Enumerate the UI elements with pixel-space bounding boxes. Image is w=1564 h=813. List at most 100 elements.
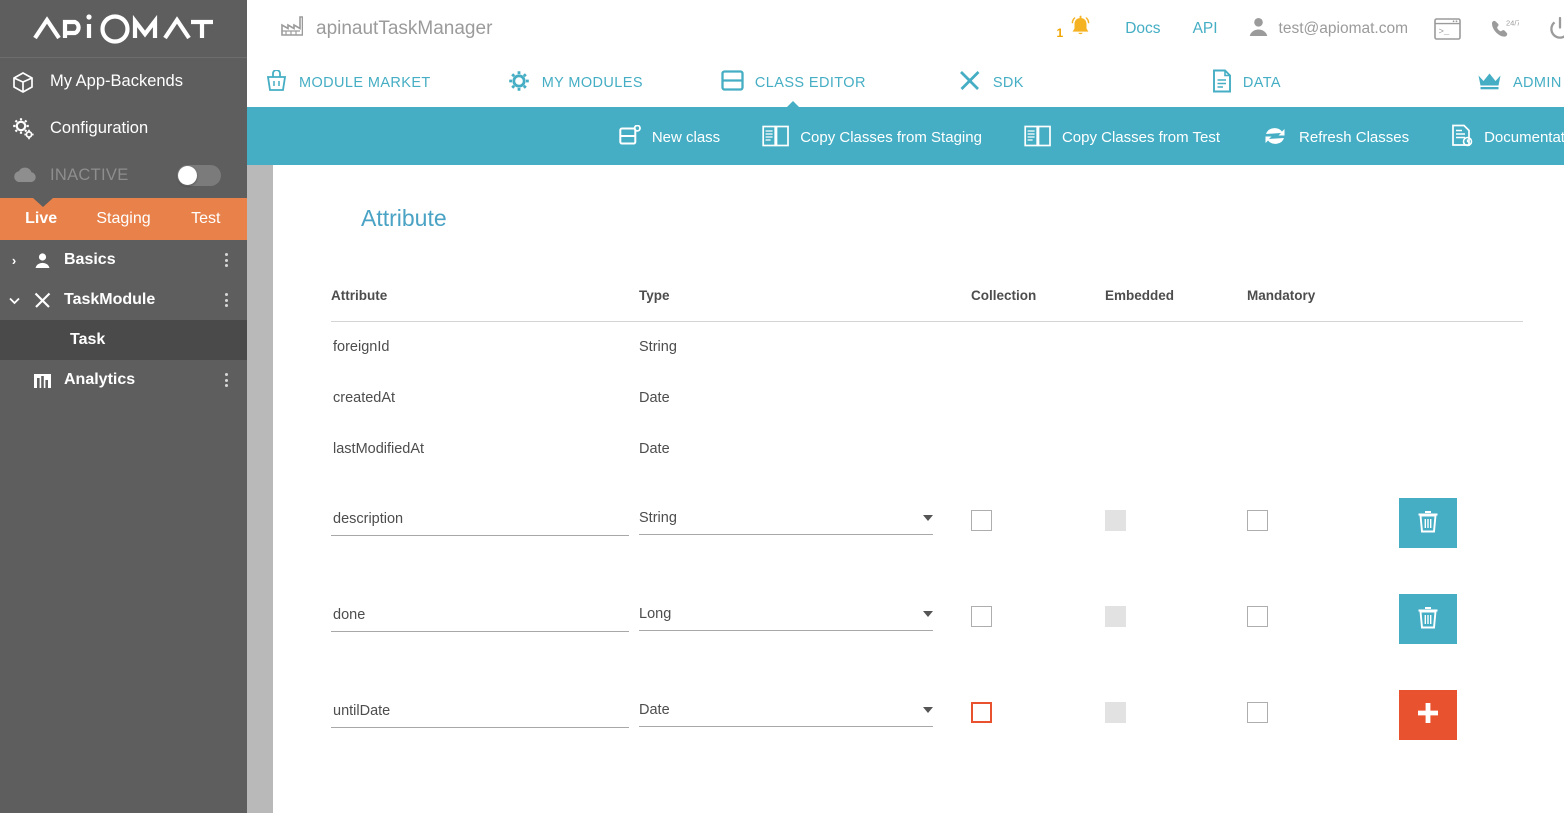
attribute-type-select[interactable]: Long [639,606,933,631]
sidebar-item-basics[interactable]: › Basics [0,240,247,280]
column-header-type: Type [639,288,971,322]
attribute-type-select[interactable]: String [639,510,933,535]
documentation-icon [1451,124,1473,151]
attribute-name-cell [331,667,639,763]
tab-module-market[interactable]: MODULE MARKET [265,57,431,109]
env-tab-test[interactable]: Test [165,210,247,228]
main-nav-tabs: MODULE MARKET MY MODULES CLASS EDITOR [247,58,1564,110]
sidebar-item-my-app-backends[interactable]: My App-Backends [0,58,247,105]
bell-icon[interactable] [1068,14,1093,44]
table-row: foreignId String [331,322,1523,373]
embedded-cell [1105,475,1247,571]
tab-class-editor[interactable]: CLASS EDITOR [721,57,866,109]
backend-status-row: INACTIVE [0,152,247,198]
notifications[interactable]: 1 [1057,14,1094,44]
terminal-icon[interactable]: >_ [1434,18,1461,40]
add-attribute-button[interactable] [1399,690,1457,740]
attribute-type-select[interactable]: Date [639,702,933,727]
collection-checkbox[interactable] [971,702,992,723]
kebab-menu-icon[interactable] [225,253,228,267]
phone-24-7-icon[interactable]: 24/7 [1489,18,1519,41]
chevron-down-icon[interactable] [0,293,28,308]
copy-classes-from-test-button[interactable]: Copy Classes from Test [1024,125,1220,151]
top-header-bar: apinautTaskManager 1 Docs API [247,0,1564,58]
action-cell [1399,571,1523,667]
content-wrapper: Attribute Attribute Type Collection Embe… [247,165,1564,813]
delete-attribute-button[interactable] [1399,594,1457,644]
active-tab-indicator [782,101,804,112]
apiomat-logo[interactable] [0,0,247,58]
tab-my-modules[interactable]: MY MODULES [507,57,643,109]
attribute-name-input[interactable] [331,511,629,536]
tab-label: MY MODULES [542,75,643,91]
tab-label: MODULE MARKET [299,75,431,91]
sidebar-item-taskmodule[interactable]: TaskModule [0,280,247,320]
selected-type-label: String [639,510,677,526]
api-link[interactable]: API [1193,20,1218,38]
mandatory-checkbox[interactable] [1247,606,1268,627]
attribute-name: lastModifiedAt [331,424,639,475]
tools-icon [28,291,56,310]
tab-label: DATA [1243,75,1281,91]
tab-sdk[interactable]: SDK [958,57,1024,109]
user-account[interactable]: test@apiomat.com [1248,16,1408,42]
collection-checkbox[interactable] [971,606,992,627]
embedded-cell [1105,322,1247,373]
sidebar-item-label: Configuration [50,119,148,138]
app-root: My App-Backends Configuration [0,0,1564,813]
embedded-checkbox [1105,510,1126,531]
chevron-right-icon[interactable]: › [0,253,28,268]
attribute-name: createdAt [331,373,639,424]
copy-classes-from-staging-button[interactable]: Copy Classes from Staging [762,125,982,151]
user-email: test@apiomat.com [1279,20,1408,38]
svg-text:>_: >_ [1439,27,1450,37]
attribute-name: foreignId [331,322,639,373]
toolbar-label: Documentation [1484,129,1564,146]
new-class-button[interactable]: New class [619,125,720,150]
power-icon[interactable] [1547,16,1564,42]
sidebar-item-label: My App-Backends [50,72,183,91]
backend-status-toggle[interactable] [177,165,221,186]
app-title: apinautTaskManager [281,16,492,42]
sidebar-item-analytics[interactable]: Analytics [0,360,247,400]
refresh-classes-button[interactable]: Refresh Classes [1262,125,1409,151]
refresh-icon [1262,125,1288,151]
mandatory-checkbox[interactable] [1247,702,1268,723]
copy-classes-icon [1024,125,1051,151]
embedded-cell [1105,373,1247,424]
column-header-mandatory: Mandatory [1247,288,1399,322]
docs-link[interactable]: Docs [1125,20,1160,38]
tab-admin[interactable]: ADMIN [1477,57,1562,109]
collection-cell [971,667,1105,763]
sidebar-item-task[interactable]: Task [0,320,247,360]
collection-checkbox[interactable] [971,510,992,531]
mandatory-cell [1247,571,1399,667]
cube-icon [12,71,46,93]
documentation-button[interactable]: Documentation [1451,124,1564,151]
attribute-name-input[interactable] [331,607,629,632]
app-title-text: apinautTaskManager [316,18,492,40]
attribute-type: Date [639,424,971,475]
mandatory-checkbox[interactable] [1247,510,1268,531]
attribute-type: String [639,322,971,373]
env-tab-staging[interactable]: Staging [82,210,164,228]
sidebar-item-configuration[interactable]: Configuration [0,105,247,152]
mandatory-cell [1247,475,1399,571]
toolbar-label: Refresh Classes [1299,129,1409,146]
header-right-group: 1 Docs API [1057,14,1564,44]
table-row: String [331,475,1523,571]
class-editor-icon [721,70,744,95]
embedded-checkbox [1105,702,1126,723]
gear-icon [507,69,531,97]
kebab-menu-icon[interactable] [225,373,228,387]
attributes-table: Attribute Type Collection Embedded Manda… [331,288,1523,763]
table-header: Attribute Type Collection Embedded Manda… [331,288,1523,322]
mandatory-cell [1247,322,1399,373]
kebab-menu-icon[interactable] [225,293,228,307]
env-tab-live[interactable]: Live [0,210,82,228]
delete-attribute-button[interactable] [1399,498,1457,548]
column-header-actions [1399,288,1523,322]
tab-data[interactable]: DATA [1212,57,1281,109]
attribute-name-input[interactable] [331,703,629,728]
attribute-type-cell: Long [639,571,971,667]
